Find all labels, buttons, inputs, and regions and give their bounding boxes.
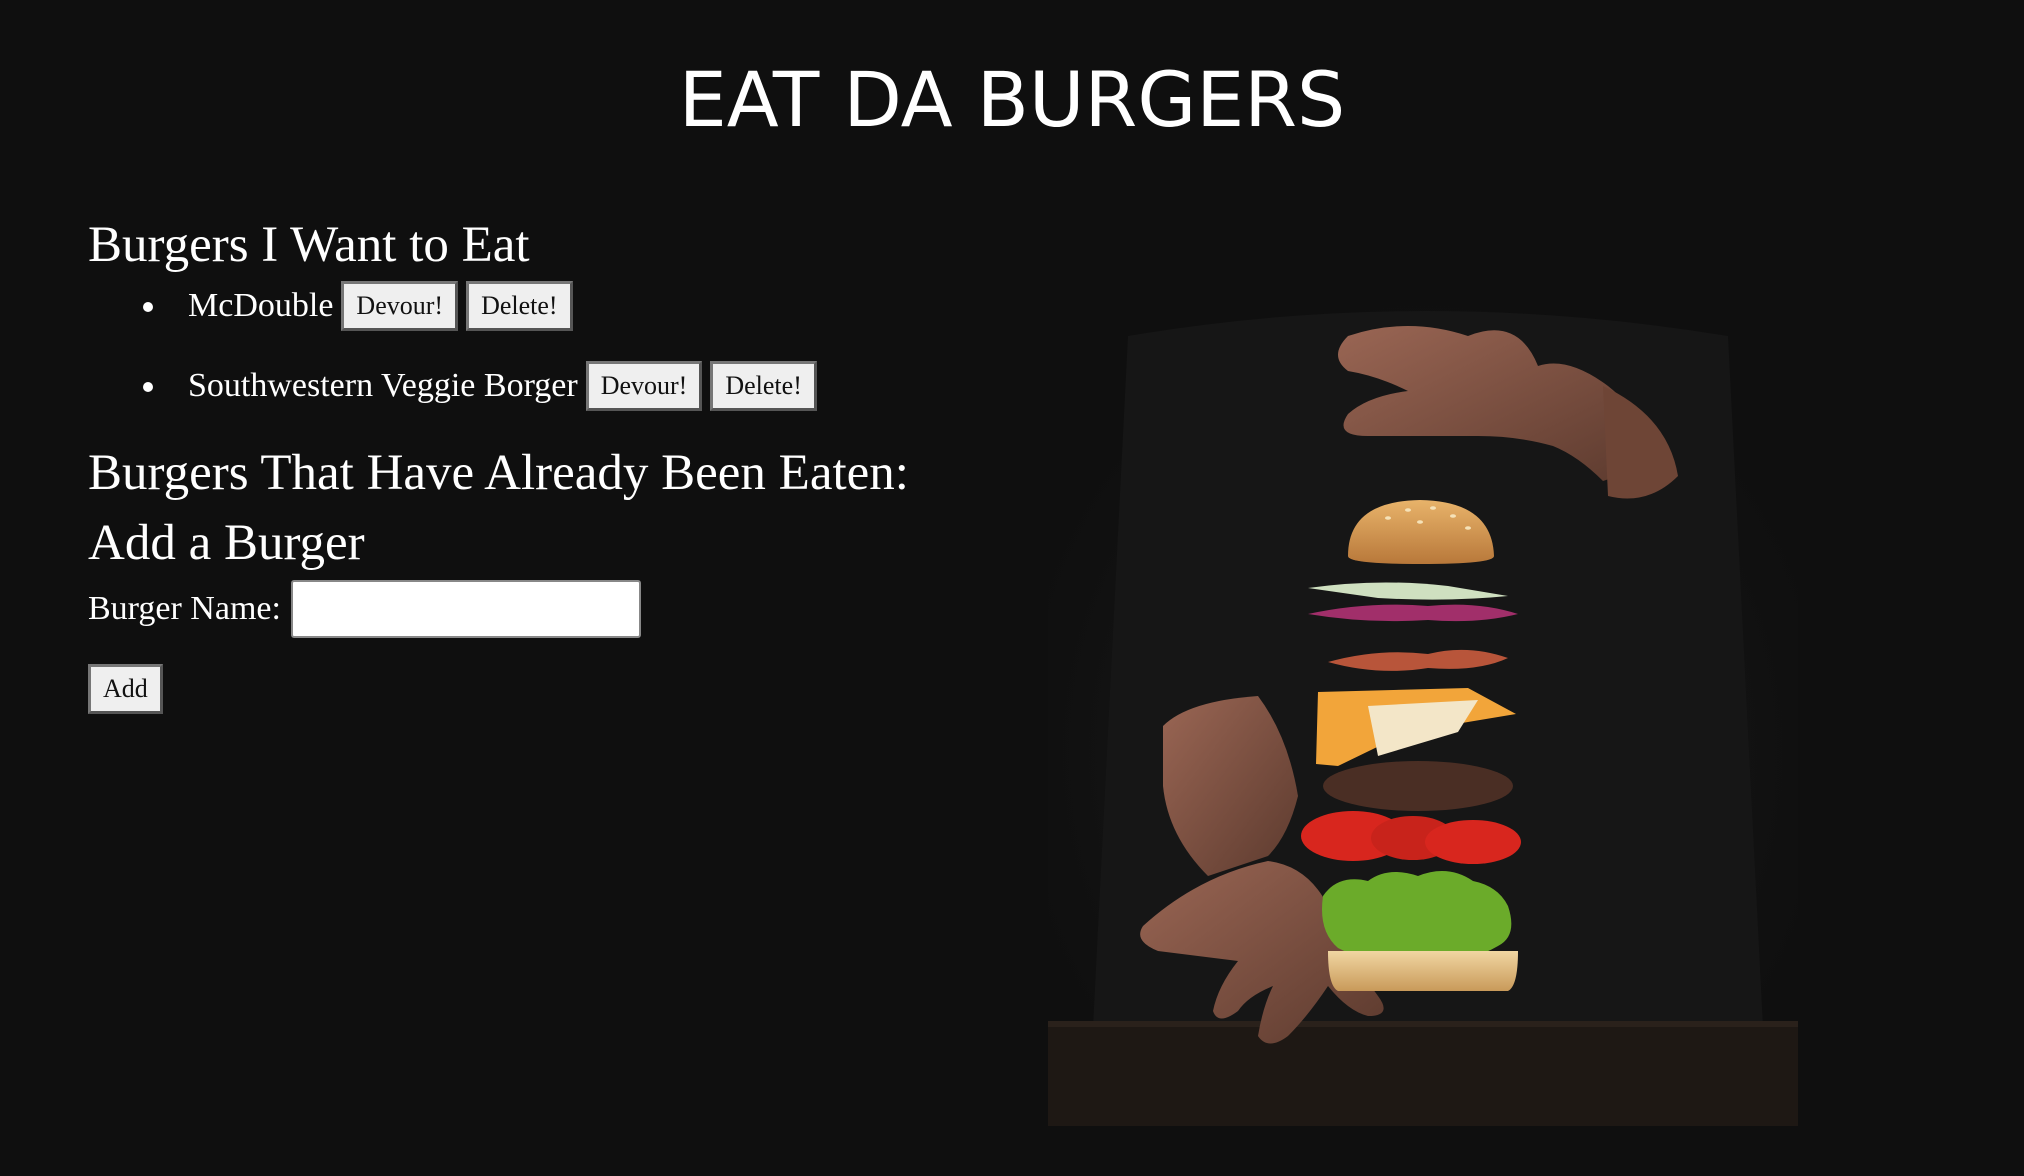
devour-button[interactable]: Devour! [585,361,703,411]
burger-patty [1323,761,1513,811]
table-surface [1048,1021,1798,1126]
delete-button[interactable]: Delete! [466,281,573,331]
burger-name-label: Burger Name: [88,590,281,627]
to-eat-heading: Burgers I Want to Eat [88,217,530,273]
delete-button[interactable]: Delete! [710,361,817,411]
add-row: Add [88,664,988,714]
burger-name-row: Burger Name: [88,578,988,640]
page-title: EAT DA BURGERS [678,55,1346,144]
devour-button[interactable]: Devour! [341,281,459,331]
eaten-heading: Burgers That Have Already Been Eaten: [88,445,909,501]
burger-name-input[interactable] [290,580,641,638]
bullet-icon [143,382,153,392]
bullet-icon [143,302,153,312]
burger-name: McDouble [188,287,334,324]
burger-panel: Burgers I Want to Eat McDouble Devour! D… [88,218,988,714]
to-eat-list: McDouble Devour! Delete! Southwestern Ve… [88,278,988,414]
lettuce-leaf [1322,871,1512,962]
page: EAT DA BURGERS Burgers I Want to Eat McD… [0,0,2024,1176]
tomato-slice [1425,820,1521,864]
list-item: Southwestern Veggie Borger Devour! Delet… [88,358,988,414]
add-burger-heading: Add a Burger [88,515,365,571]
list-item: McDouble Devour! Delete! [88,278,988,334]
table-edge [1048,1021,1798,1027]
floating-burger-image [1048,296,1798,1126]
bottom-bun [1328,951,1518,991]
burger-name: Southwestern Veggie Borger [188,367,578,404]
add-button[interactable]: Add [88,664,163,714]
